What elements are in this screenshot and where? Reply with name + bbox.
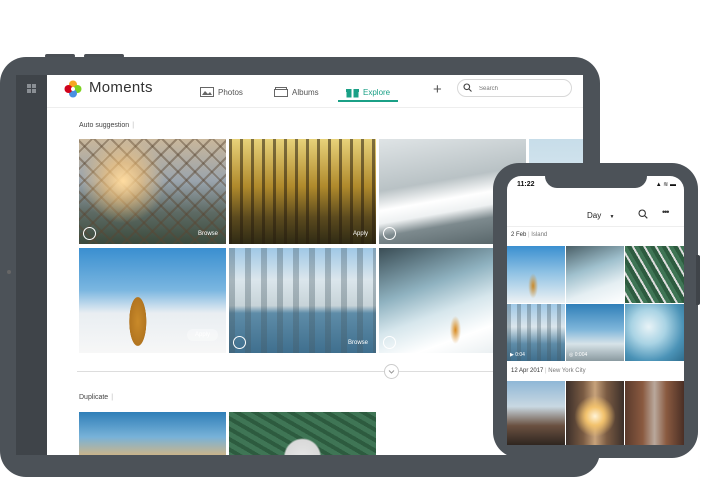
- browse-action[interactable]: Browse: [348, 340, 368, 346]
- phone-screen: 11:22 ▲ ≋ ▬ Day ▼ ••• 2 Feb | Island ▶ 0…: [507, 176, 684, 445]
- chevron-down-icon: [388, 370, 395, 374]
- search-input[interactable]: [477, 81, 569, 96]
- header-divider: [47, 107, 583, 108]
- video-duration-label: 0:004: [574, 352, 588, 358]
- phone-photo[interactable]: [507, 246, 565, 303]
- nav-photos[interactable]: Photos: [200, 81, 243, 103]
- apply-button[interactable]: Apply: [187, 329, 219, 341]
- phone-side-button: [696, 255, 700, 305]
- place-label: Island: [531, 232, 548, 238]
- nav-explore-label: Explore: [363, 87, 391, 97]
- phone-photo[interactable]: [625, 304, 684, 361]
- gift-icon: [346, 88, 359, 98]
- place-label: New York City: [548, 368, 586, 374]
- nav-photos-label: Photos: [218, 87, 243, 97]
- apply-action[interactable]: Apply: [353, 231, 368, 237]
- suggestion-badge-icon: [83, 227, 96, 240]
- photo-fence-road[interactable]: Browse: [79, 139, 226, 244]
- photo-snowy-trees[interactable]: Browse: [229, 248, 376, 353]
- nav-albums[interactable]: Albums: [274, 81, 319, 103]
- view-selector-label: Day: [587, 211, 602, 220]
- phone-photo[interactable]: [625, 381, 684, 445]
- suggestion-badge-icon: [383, 227, 396, 240]
- nav-albums-label: Albums: [292, 87, 319, 97]
- add-button[interactable]: +: [433, 81, 442, 98]
- photo-duplicate-sky[interactable]: [79, 412, 226, 455]
- search-icon[interactable]: [638, 209, 648, 219]
- photo-duplicate-aerial[interactable]: [229, 412, 376, 455]
- phone-notch: [545, 163, 647, 188]
- phone-photo[interactable]: ◎ 0:004: [566, 304, 624, 361]
- phone-status-icons: ▲ ≋ ▬: [655, 182, 676, 188]
- phone-time: 11:22: [517, 181, 535, 188]
- suggestion-badge-icon: [383, 336, 396, 349]
- phone-photo[interactable]: [507, 381, 565, 445]
- browse-action[interactable]: Browse: [198, 231, 218, 237]
- nav-active-indicator: [338, 100, 398, 102]
- phone-photo[interactable]: ▶ 0:04: [507, 304, 565, 361]
- section-duplicate: Duplicate |: [79, 394, 114, 401]
- phone-photo[interactable]: [625, 246, 684, 303]
- app-title: Moments: [89, 79, 153, 96]
- expand-button[interactable]: [384, 364, 399, 379]
- date-header: 2 Feb | Island: [511, 232, 548, 238]
- video-duration: ▶ 0:04: [510, 352, 525, 358]
- section-auto-suggestion-label: Auto suggestion: [79, 122, 130, 129]
- photo-forest[interactable]: Apply: [229, 139, 376, 244]
- section-auto-suggestion: Auto suggestion |: [79, 122, 135, 129]
- video-duration: ◎ 0:004: [569, 352, 588, 358]
- dropdown-caret-icon: ▼: [609, 214, 615, 220]
- album-icon: [274, 87, 288, 97]
- date-header: 12 Apr 2017 | New York City: [511, 368, 586, 374]
- tablet-camera: [7, 270, 11, 274]
- date-label: 12 Apr 2017: [511, 368, 544, 374]
- view-selector[interactable]: Day ▼: [587, 211, 614, 220]
- section-duplicate-label: Duplicate: [79, 394, 109, 401]
- grid-icon[interactable]: [27, 84, 36, 93]
- tablet-side-panel: [16, 75, 47, 455]
- apply-button-label: Apply: [195, 332, 211, 338]
- more-icon[interactable]: •••: [662, 207, 670, 217]
- app-logo-icon: [64, 80, 82, 98]
- search-icon: [463, 83, 472, 92]
- phone-photo[interactable]: [566, 246, 624, 303]
- phone-photo[interactable]: [566, 381, 624, 445]
- date-label: 2 Feb: [511, 232, 527, 238]
- suggestion-badge-icon: [233, 336, 246, 349]
- search-box[interactable]: [457, 79, 572, 97]
- video-duration-label: 0:04: [515, 352, 525, 358]
- photo-icon: [200, 87, 214, 97]
- phone-header-divider: [507, 226, 684, 227]
